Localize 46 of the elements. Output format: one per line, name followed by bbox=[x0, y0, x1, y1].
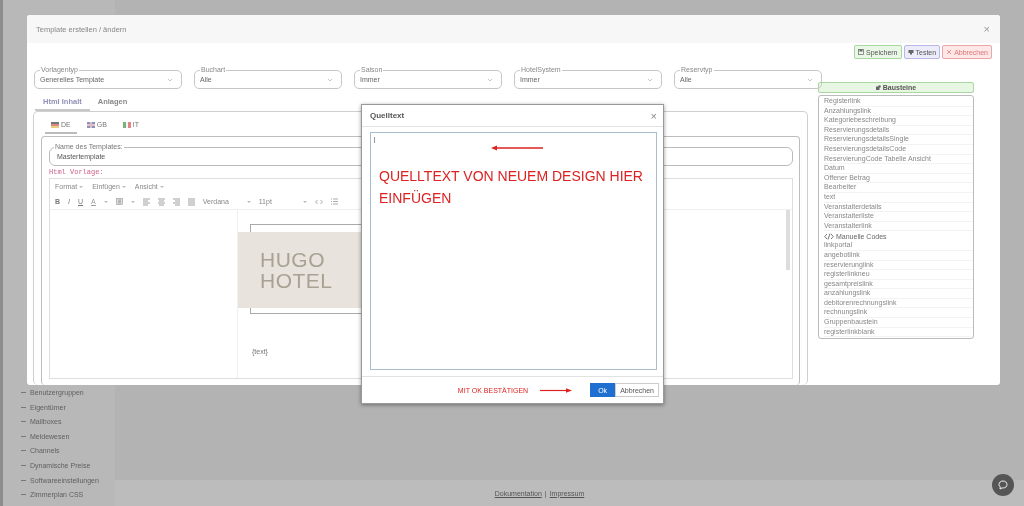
annotation-text: QUELLTEXT VON NEUEM DESIGN HIER EINFÜGEN bbox=[379, 167, 644, 208]
caret-icon bbox=[121, 185, 126, 188]
caret-icon bbox=[79, 185, 84, 188]
caret-icon bbox=[302, 200, 307, 203]
chat-icon bbox=[998, 480, 1008, 490]
annotation-arrow bbox=[491, 145, 543, 151]
save-icon bbox=[858, 49, 864, 55]
chevron-down-icon bbox=[487, 77, 493, 82]
close-button[interactable]: × bbox=[983, 23, 990, 35]
caret-icon bbox=[159, 185, 164, 188]
flag-icon bbox=[122, 121, 131, 128]
text-cursor bbox=[374, 137, 375, 143]
close-button[interactable]: × bbox=[650, 109, 657, 122]
code-icon bbox=[314, 198, 323, 205]
source-text-area[interactable]: QUELLTEXT VON NEUEM DESIGN HIER EINFÜGEN bbox=[370, 132, 657, 370]
code-icon bbox=[824, 232, 834, 240]
align-button[interactable] bbox=[172, 197, 180, 206]
flag-icon bbox=[51, 121, 59, 128]
caret-icon bbox=[246, 200, 251, 203]
caret-icon bbox=[103, 200, 108, 203]
monitor-icon bbox=[907, 49, 914, 55]
list-icon bbox=[330, 198, 338, 205]
align-left-icon bbox=[142, 197, 150, 206]
align-button[interactable] bbox=[142, 197, 150, 206]
caret-icon bbox=[130, 200, 135, 203]
source-code-button[interactable] bbox=[314, 198, 323, 205]
flag-icon bbox=[86, 121, 95, 128]
chevron-down-icon bbox=[807, 77, 813, 82]
chevron-down-icon bbox=[327, 77, 333, 82]
highlight-icon bbox=[115, 198, 123, 205]
list-button[interactable] bbox=[330, 198, 338, 205]
logo-text: HOTEL bbox=[260, 270, 334, 291]
close-icon bbox=[946, 49, 953, 55]
align-button[interactable] bbox=[157, 197, 165, 206]
annotation-arrow bbox=[540, 387, 573, 393]
chat-button[interactable] bbox=[992, 474, 1014, 496]
scrollbar[interactable] bbox=[786, 210, 790, 270]
justify-icon bbox=[187, 197, 195, 206]
highlight-button[interactable] bbox=[115, 198, 123, 205]
dialog-title: Quelltext bbox=[370, 111, 405, 120]
align-right-icon bbox=[172, 197, 180, 206]
chevron-down-icon bbox=[647, 77, 653, 82]
align-button[interactable] bbox=[187, 197, 195, 206]
align-center-icon bbox=[157, 197, 165, 206]
logo-text: HUGO bbox=[260, 249, 326, 270]
chevron-down-icon bbox=[167, 77, 173, 82]
